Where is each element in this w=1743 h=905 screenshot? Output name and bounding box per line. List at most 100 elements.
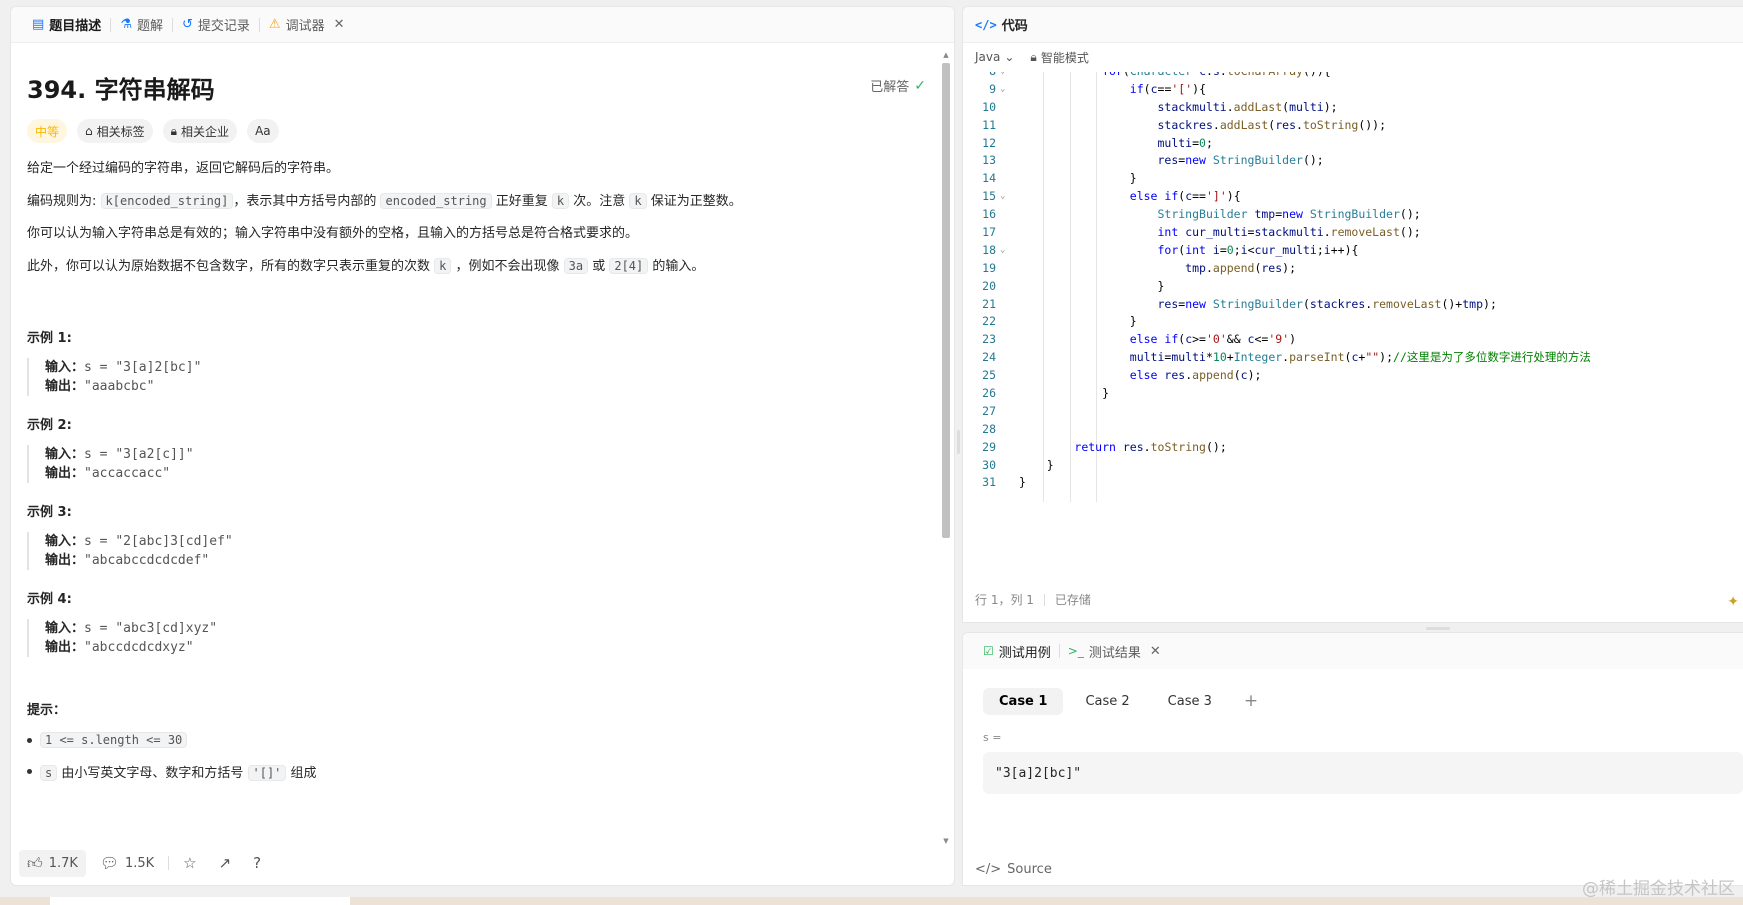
code-panel: </> 代码 Java⌄ 🔒︎智能模式 8⌄ for(Character c:s… <box>962 6 1743 623</box>
tips-list: 1 <= s.length <= 30 s 由小写英文字母、数字和方括号 '[]… <box>27 732 924 781</box>
example-block: 输入：s = "2[abc]3[cd]ef" 输出："abcabccdcdcde… <box>27 532 924 570</box>
code-line: 8 ⌄ for(Character c:s.toCharArray()){ <box>963 72 1743 81</box>
line-number: 15 <box>982 189 996 204</box>
cursor-position: 行 1，列 1 <box>975 593 1034 607</box>
case-tab-2[interactable]: Case 2 <box>1069 688 1145 715</box>
example-title: 示例 1: <box>27 331 72 346</box>
tab-testcases[interactable]: ☑ 测试用例 <box>975 642 1059 661</box>
code-editor[interactable]: 8 ⌄ for(Character c:s.toCharArray()){ 9 ⌄ … <box>963 72 1743 502</box>
translate-button[interactable]: Aa <box>247 119 279 143</box>
history-icon: ↺ <box>181 17 193 32</box>
code-text: } <box>1019 475 1026 490</box>
code-line: 16 StringBuilder tmp=new StringBuilder()… <box>963 206 1743 224</box>
code-tab[interactable]: </> 代码 <box>963 7 1743 43</box>
related-companies-button[interactable]: 🔒︎ 相关企业 <box>162 119 238 143</box>
like-button[interactable]: 👍︎ 1.7K <box>19 849 86 877</box>
language-select[interactable]: Java ⌄ <box>975 50 1014 64</box>
line-number: 13 <box>982 153 996 168</box>
line-number: 30 <box>982 457 996 472</box>
close-icon[interactable]: ✕ <box>1150 644 1161 659</box>
code-line: 18 ⌄ for(int i=0;i<cur_multi;i++){ <box>963 242 1743 260</box>
code-toolbar: Java ⌄ 🔒︎ 智能模式 <box>963 43 1743 71</box>
solved-status: 已解答 ✓ <box>870 76 926 96</box>
comments-button[interactable]: 💬︎ 1.5K <box>92 850 162 876</box>
tab-solutions[interactable]: ⚗ 题解 <box>111 7 172 43</box>
inline-code: k[encoded_string] <box>100 193 234 209</box>
fold-icon[interactable]: ⌄ <box>1000 188 1005 206</box>
ai-assist-icon[interactable]: ✦ <box>1727 594 1739 610</box>
related-tags-button[interactable]: ⌂ 相关标签 <box>77 119 153 143</box>
solved-label: 已解答 <box>870 80 910 95</box>
watermark: @稀土掘金技术社区 <box>1582 879 1735 899</box>
text: 编码规则为: <box>27 194 101 209</box>
input-label: 输入： <box>45 621 85 636</box>
code-text: StringBuilder tmp=new StringBuilder(); <box>1157 207 1421 222</box>
problem-content: 394. 字符串解码 已解答 ✓ 中等 ⌂ 相关标签 🔒︎ 相关企业 Aa 给定… <box>11 44 940 839</box>
tab-submissions[interactable]: ↺ 提交记录 <box>173 7 259 43</box>
problem-scrollbar[interactable]: ▲ ▼ <box>941 51 951 845</box>
line-number: 24 <box>982 350 996 365</box>
line-number: 19 <box>982 260 996 275</box>
line-number: 18 <box>982 242 996 257</box>
code-text: } <box>1019 457 1054 472</box>
input-value: s = "3[a2[c]]" <box>84 447 194 462</box>
favorite-button[interactable]: ☆ <box>175 850 204 876</box>
example-output: 输出："abcabccdcdcdef" <box>45 551 924 570</box>
line-number: 31 <box>982 475 996 490</box>
smart-mode-toggle[interactable]: 🔒︎ 智能模式 <box>1030 49 1088 66</box>
tab-debugger[interactable]: ⚠ 调试器 ✕ <box>260 7 354 43</box>
related-companies-label: 相关企业 <box>181 124 230 139</box>
example-output: 输出："abccdcdcdxyz" <box>45 638 924 657</box>
language-label: Java <box>975 50 1001 64</box>
tab-test-results[interactable]: >_ 测试结果 ✕ <box>1060 642 1169 661</box>
checkbox-icon: ☑ <box>983 644 994 658</box>
share-button[interactable]: ↗ <box>211 850 240 876</box>
description-line-1: 给定一个经过编码的字符串，返回它解码后的字符串。 <box>27 161 340 176</box>
close-icon[interactable]: ✕ <box>334 17 345 32</box>
code-icon: </> <box>975 17 997 32</box>
source-button[interactable]: </> Source <box>975 862 1052 877</box>
like-count: 1.7K <box>48 855 78 871</box>
tab-label: 测试结果 <box>1088 645 1141 661</box>
text: 或 <box>588 259 610 274</box>
status-divider <box>1043 593 1045 606</box>
code-line: 26 } <box>963 385 1743 403</box>
smart-mode-label: 智能模式 <box>1040 50 1089 65</box>
code-icon: </> <box>975 862 1002 877</box>
fold-icon[interactable]: ⌄ <box>1000 81 1005 99</box>
code-line: 29 return res.toString(); <box>963 439 1743 457</box>
example-title: 示例 2: <box>27 418 72 433</box>
code-text: stackres.addLast(res.toString()); <box>1157 117 1387 132</box>
inline-code: 3a <box>563 258 589 274</box>
panel-resize-handle[interactable] <box>957 430 960 454</box>
line-number: 26 <box>982 386 996 401</box>
line-number: 27 <box>982 403 996 418</box>
code-line: 24 multi=multi*10+Integer.parseInt(c+"")… <box>963 349 1743 367</box>
app-root: ▤ 题目描述 ⚗ 题解 ↺ 提交记录 ⚠ 调试器 ✕ 394. 字符串解码 已解… <box>0 0 1743 905</box>
panel-resize-handle[interactable] <box>1426 627 1450 630</box>
code-text: } <box>1019 278 1165 293</box>
case-tab-1[interactable]: Case 1 <box>983 688 1064 715</box>
variable-input[interactable]: "3[a]2[bc]" <box>983 752 1743 794</box>
case-tab-3[interactable]: Case 3 <box>1152 688 1228 715</box>
text: 保证为正整数。 <box>646 194 742 209</box>
help-button[interactable]: ? <box>245 850 269 876</box>
scroll-up-arrow-icon[interactable]: ▲ <box>941 51 951 59</box>
fold-icon[interactable]: ⌄ <box>1000 242 1005 260</box>
code-text: } <box>1019 171 1137 186</box>
code-text: int cur_multi=stackmulti.removeLast(); <box>1157 225 1421 240</box>
star-icon: ☆ <box>183 854 197 872</box>
add-case-icon[interactable]: + <box>1234 688 1268 715</box>
code-text: else if(c==']'){ <box>1129 189 1241 204</box>
terminal-icon: >_ <box>1067 644 1084 658</box>
fold-icon[interactable]: ⌄ <box>1000 72 1005 81</box>
input-label: 输入： <box>45 360 85 375</box>
code-line: 27 <box>963 403 1743 421</box>
code-line: 10 stackmulti.addLast(multi); <box>963 99 1743 117</box>
scrollbar-thumb[interactable] <box>942 63 950 538</box>
example-block: 输入：s = "3[a]2[bc]" 输出："aaabcbc" <box>27 358 924 396</box>
tab-description[interactable]: ▤ 题目描述 <box>23 7 110 43</box>
code-line: 20 } <box>963 278 1743 296</box>
variable-label: s = <box>983 731 1002 744</box>
text: 的输入。 <box>648 259 705 274</box>
